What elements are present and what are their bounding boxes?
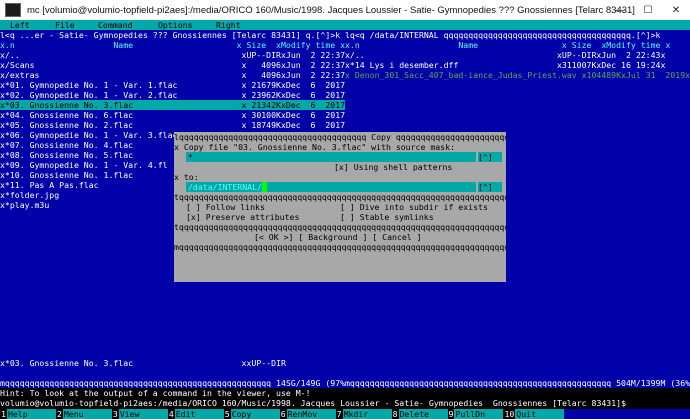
right-file-row[interactable]: x*14 Lys i desember.dff x311007KxDec 16 … xyxy=(345,60,690,70)
fkey-copy[interactable]: 5 Copy xyxy=(223,409,280,419)
fkey-quit[interactable]: 10 Quit xyxy=(503,409,565,419)
stable-symlinks-checkbox[interactable]: [ ] Stable symlinks xyxy=(340,212,504,222)
function-key-bar: 1 Help 2 Menu 3 View 4 Edit 5 Copy 6 RenMov 7M… xyxy=(0,409,690,419)
menu-bar: Left File Command Options Right xyxy=(0,20,690,30)
source-mask-value: * xyxy=(188,152,193,162)
copy-dialog: lqqqqqqqqqqqqqqqqqqqqqqqqqqqqqqqqqqqqqq … xyxy=(174,132,506,282)
left-panel-column-header[interactable]: x.n Name x Size xModify time x xyxy=(0,40,345,50)
left-file-row[interactable]: x*folder.jpg xyxy=(0,190,170,200)
to-label: x to: xyxy=(174,172,199,182)
menu-right[interactable]: Right xyxy=(216,20,241,30)
close-button[interactable]: ✕ xyxy=(662,0,690,20)
menu-left[interactable]: Left xyxy=(10,20,30,30)
left-panel-footer: mqqqqqqqqqqqqqqqqqqqqqqqqqqqqqqqqqqqqqqq… xyxy=(0,378,345,388)
minimize-button[interactable]: — xyxy=(606,0,634,20)
hint-line: Hint: To look at the output of a command… xyxy=(0,388,690,398)
left-panel-status: x*03. Gnossienne No. 3.flac xxUP--DIR xyxy=(0,358,286,368)
source-mask-input[interactable] xyxy=(186,152,476,162)
window-controls: — ☐ ✕ xyxy=(606,0,690,20)
fkey-delete[interactable]: 8 Delete xyxy=(391,409,448,419)
left-file-row[interactable]: x*11. Pas A Pas.flac xyxy=(0,180,170,190)
menu-command[interactable]: Command xyxy=(98,20,133,30)
left-file-row[interactable]: x*08. Gnossienne No. 5.flac xyxy=(0,150,170,160)
left-file-row[interactable]: x/extras x 4096xJun 2 22:37x xyxy=(0,70,345,80)
left-file-row[interactable]: x*01. Gymnopedie No. 1 - Var. 1.flac x 2… xyxy=(0,80,345,90)
dialog-separator: tqqqqqqqqqqqqqqqqqqqqqqqqqqqqqqqqqqqqqqq… xyxy=(174,192,506,202)
right-panel-path[interactable]: lq<q /data/INTERNAL qqqqqqqqqqqqqqqqqqqq… xyxy=(345,30,690,40)
right-file-row[interactable]: x/.. xUP--DIRxJun 2 22:43x xyxy=(345,50,690,60)
dive-subdir-checkbox[interactable]: [ ] Dive into subdir if exists xyxy=(340,202,504,212)
fkey-view[interactable]: 3 View xyxy=(111,409,168,419)
right-panel-column-header[interactable]: x.n Name x Size xModify time x xyxy=(345,40,690,50)
left-file-row[interactable]: x*10. Gnossienne No. 1.flac xyxy=(0,170,170,180)
dialog-buttons[interactable]: [< OK >] [ Background ] [ Cancel ] xyxy=(254,232,454,242)
dialog-separator: tqqqqqqqqqqqqqqqqqqqqqqqqqqqqqqqqqqqqqqq… xyxy=(174,222,506,232)
fkey-pulldn[interactable]: 9 PullDn xyxy=(447,409,504,419)
left-file-row[interactable]: x*05. Gnossienne No. 2.flac x 18749KxDec… xyxy=(0,120,345,130)
left-file-row[interactable]: x*07. Gnossienne No. 4.flac xyxy=(0,140,170,150)
right-file-row[interactable]: x Denon_301_Sacc_407_bad-iance_Judas_Pri… xyxy=(345,70,690,80)
right-panel-footer: mqqqqqqqqqqqqqqqqqqqqqqqqqqqqqqqqqqqqqqq… xyxy=(345,378,690,388)
fkey-mkdir[interactable]: 7 Mkdir xyxy=(335,409,392,419)
fkey-edit[interactable]: 4 Edit xyxy=(167,409,224,419)
left-panel-path[interactable]: l<q ...er - Satie- Gymnopedies ??? Gnoss… xyxy=(0,30,345,40)
window-titlebar: mc [volumio@volumio-topfield-pi2aes]:/me… xyxy=(0,0,690,21)
maximize-button[interactable]: ☐ xyxy=(634,0,662,20)
dialog-bottom-border: mqqqqqqqqqqqqqqqqqqqqqqqqqqqqqqqqqqqqqqq… xyxy=(174,242,506,252)
destination-history-button[interactable]: [^] xyxy=(478,182,502,192)
left-file-row[interactable]: x*02. Gymnopedie No. 1 - Var. 2.flac x 2… xyxy=(0,90,345,100)
mask-history-button[interactable]: [^] xyxy=(478,152,502,162)
fkey-menu[interactable]: 2 Menu xyxy=(55,409,112,419)
left-file-row-selected[interactable]: x*03. Gnossienne No. 3.flac x 21342KxDec… xyxy=(0,100,345,110)
left-file-row[interactable]: x*play.m3u xyxy=(0,200,170,210)
left-file-row[interactable]: x/.. xUP--DIRxJun 2 22:37x xyxy=(0,50,345,60)
left-file-row[interactable]: x*04. Gnossienne No. 6.flac x 30100KxDec… xyxy=(0,110,345,120)
menu-options[interactable]: Options xyxy=(158,20,193,30)
copy-label: x Copy file "03. Gnossienne No. 3.flac" … xyxy=(174,142,455,152)
left-file-row[interactable]: x/Scans x 4096xJun 2 22:37x xyxy=(0,60,345,70)
shell-patterns-checkbox[interactable]: [x] Using shell patterns xyxy=(334,162,504,172)
left-file-row[interactable]: x*09. Gymnopedie No. 1 - Var. 4.fl xyxy=(0,160,170,170)
fkey-help[interactable]: 1 Help xyxy=(0,409,56,419)
follow-links-checkbox[interactable]: [ ] Follow links xyxy=(186,202,336,212)
menu-file[interactable]: File xyxy=(55,20,75,30)
terminal-area[interactable]: Left File Command Options Right l<q ...e… xyxy=(0,20,690,419)
dialog-title: lqqqqqqqqqqqqqqqqqqqqqqqqqqqqqqqqqqqqqq … xyxy=(174,132,506,142)
text-cursor xyxy=(262,182,267,192)
command-prompt[interactable]: volumio@volumio-topfield-pi2aes:/media/O… xyxy=(0,398,690,409)
window-title: mc [volumio@volumio-topfield-pi2aes]:/me… xyxy=(27,4,635,16)
terminal-icon xyxy=(5,3,21,17)
preserve-attributes-checkbox[interactable]: [x] Preserve attributes xyxy=(186,212,336,222)
fkey-renmov[interactable]: 6 RenMov xyxy=(279,409,336,419)
